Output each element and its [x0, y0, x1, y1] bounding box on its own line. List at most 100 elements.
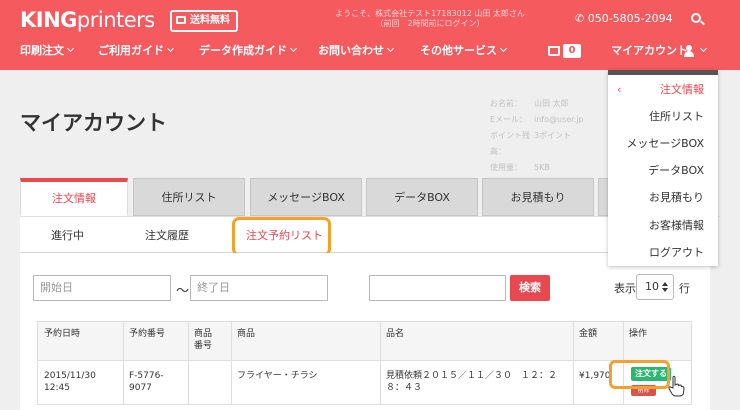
cell-item-name-line: ８：４３ — [386, 383, 423, 393]
nav-item-contact[interactable]: お問い合わせ — [318, 44, 395, 58]
cart-count-badge: 0 — [563, 44, 581, 58]
cell-product: フライヤー・チラシ — [237, 371, 318, 381]
dropdown-item-logout[interactable]: ログアウト — [608, 246, 718, 260]
chevron-down-icon — [699, 44, 708, 53]
pointer-hand-icon — [668, 375, 685, 397]
cell-item-name: 見積依頼２０１５／１１／３０ １２：２ ８：４３ — [386, 370, 571, 394]
nav-item-my-account[interactable]: マイアカウント — [611, 44, 688, 58]
nav-item-label: ご利用ガイド — [98, 44, 164, 57]
logo-bold: KING — [20, 8, 77, 32]
nav-item-data-guide[interactable]: データ作成ガイド — [199, 44, 298, 58]
account-chevron[interactable] — [697, 44, 708, 58]
column-divider — [123, 321, 124, 405]
nav-item-guide[interactable]: ご利用ガイド — [98, 44, 175, 58]
highlight-outline — [609, 360, 670, 389]
column-header-reservation-no: 予約番号 — [129, 329, 166, 339]
cell-reservation-no-line: F-5776- — [129, 371, 164, 381]
per-page-value: 10 — [645, 280, 659, 293]
account-key: お名前： — [490, 99, 522, 108]
highlight-outline — [232, 217, 331, 256]
select-arrows-icon — [662, 282, 668, 292]
column-divider — [231, 321, 232, 405]
logo[interactable]: KINGprinters — [20, 9, 155, 31]
start-date-input[interactable]: 開始日 — [33, 275, 171, 301]
account-key: Eメール： — [490, 115, 528, 124]
cell-date-line: 2015/11/30 — [44, 371, 96, 381]
cart-icon[interactable] — [548, 46, 560, 56]
truck-icon — [176, 16, 186, 24]
search-icon[interactable] — [691, 13, 701, 23]
column-divider — [380, 321, 381, 405]
subtab-bar — [20, 217, 710, 253]
welcome-line-2: （前回 2時間前にログイン） — [375, 19, 485, 28]
dropdown-item-message-box[interactable]: メッセージBOX — [608, 137, 718, 151]
account-row: Eメール： info@user.jp — [490, 112, 605, 128]
tab-message-box[interactable]: メッセージBOX — [250, 178, 362, 216]
account-value: 3ポイント — [534, 131, 572, 140]
tab-order-info[interactable]: 注文情報 — [20, 178, 128, 216]
page-title: マイアカウント — [20, 111, 167, 135]
welcome-line-1: ようこそ、株式会社テスト17183012 山田 太郎さん — [335, 9, 525, 18]
nav-item-label: 印刷注文 — [20, 44, 64, 57]
nav-item-label: お問い合わせ — [318, 44, 384, 57]
cell-amount: ¥1,970 — [579, 371, 611, 381]
column-header-amount: 金額 — [579, 329, 598, 339]
tab-data-box[interactable]: データBOX — [366, 178, 478, 216]
tab-estimates[interactable]: お見積もり — [482, 178, 594, 216]
cell-reservation-no: F-5776- 9077 — [129, 370, 164, 394]
subtab-in-progress[interactable]: 進行中 — [51, 229, 84, 243]
column-divider — [573, 321, 574, 405]
date-range-separator: 〜 — [176, 284, 190, 299]
column-header-item-name: 品名 — [386, 329, 405, 339]
dropdown-item-address-list[interactable]: 住所リスト — [608, 110, 718, 124]
chevron-down-icon — [499, 44, 508, 53]
welcome-message: ようこそ、株式会社テスト17183012 山田 太郎さん （前回 2時間前にログ… — [310, 9, 550, 29]
chevron-down-icon — [289, 44, 298, 53]
per-page-label: 表示 — [614, 282, 636, 295]
account-row: ポイント残高： 3ポイント — [490, 128, 605, 160]
subtab-order-history[interactable]: 注文履歴 — [145, 229, 189, 243]
account-label: マイアカウント — [611, 44, 688, 57]
dropdown-item-estimates[interactable]: お見積もり — [608, 191, 718, 205]
column-header-actions: 操作 — [629, 329, 648, 339]
account-value: info@user.jp — [534, 115, 584, 124]
column-header-product-no: 商品番号 — [194, 329, 213, 351]
per-page-select[interactable]: 10 — [636, 274, 674, 300]
phone-label: 050-5805-2094 — [587, 12, 673, 25]
account-info: お名前： 山田 太郎 Eメール： info@user.jp ポイント残高： 3ポイント… — [490, 96, 605, 176]
cell-item-name-line: 見積依頼２０１５／１１／３０ １２：２ — [386, 371, 558, 381]
nav-item-label: データ作成ガイド — [199, 44, 287, 57]
column-header-product: 商品 — [237, 329, 256, 339]
account-key: ポイント残高： — [490, 131, 530, 156]
dropdown-item-data-box[interactable]: データBOX — [608, 164, 718, 178]
column-divider — [188, 321, 189, 405]
nav-item-label: その他サービス — [420, 44, 497, 57]
account-value: 山田 太郎 — [534, 99, 569, 108]
nav-item-other-services[interactable]: その他サービス — [420, 44, 508, 58]
search-button[interactable]: 検索 — [510, 275, 550, 301]
cell-reservation-no-line: 9077 — [129, 383, 152, 393]
keyword-input[interactable] — [369, 275, 506, 301]
chevron-down-icon — [166, 44, 175, 53]
chevron-down-icon — [66, 44, 75, 53]
user-icon[interactable] — [684, 45, 694, 57]
per-page-unit: 行 — [679, 282, 690, 295]
account-row: 使用量： 5KB — [490, 160, 605, 176]
account-value: 5KB — [534, 163, 550, 172]
dropdown-top-bar — [608, 70, 718, 75]
phone-number: ✆ 050-5805-2094 — [575, 12, 673, 25]
column-header-date: 予約日時 — [44, 329, 81, 339]
account-row: お名前： 山田 太郎 — [490, 96, 605, 112]
nav-item-order[interactable]: 印刷注文 — [20, 44, 75, 58]
tab-address-list[interactable]: 住所リスト — [133, 178, 245, 216]
cell-date: 2015/11/30 12:45 — [44, 370, 96, 394]
table-header-row — [37, 321, 692, 361]
cell-time-line: 12:45 — [44, 383, 70, 393]
free-shipping-badge: 送料無料 — [170, 10, 238, 32]
account-key: 使用量： — [490, 163, 522, 172]
badge-label: 送料無料 — [190, 15, 230, 26]
logo-light: printers — [76, 8, 155, 32]
end-date-input[interactable]: 終了日 — [190, 275, 328, 301]
dropdown-item-customer-info[interactable]: お客様情報 — [608, 219, 718, 233]
dropdown-item-order-info[interactable]: 注文情報 — [608, 83, 718, 97]
